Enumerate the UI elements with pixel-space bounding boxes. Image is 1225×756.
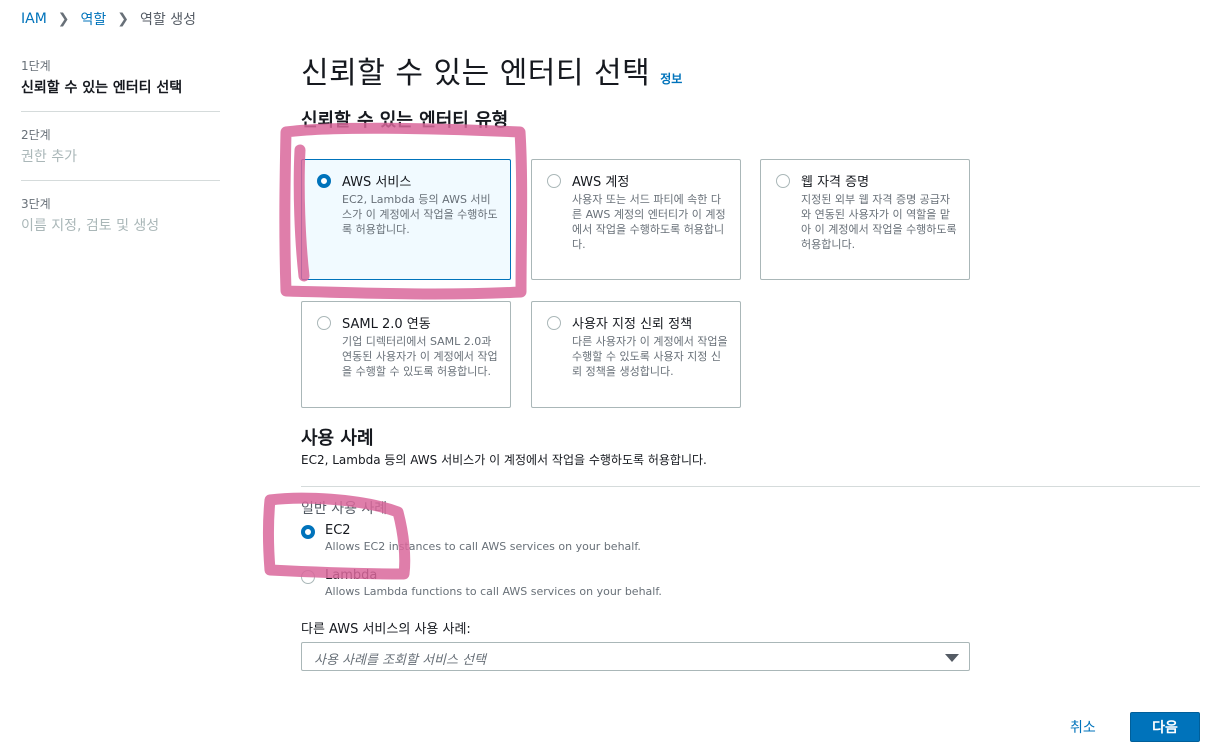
- tile-aws-service[interactable]: AWS 서비스 EC2, Lambda 등의 AWS 서비스가 이 계정에서 작…: [301, 159, 511, 280]
- tile-description: 다른 사용자가 이 계정에서 작업을 수행할 수 있도록 사용자 지정 신뢰 정…: [572, 335, 728, 378]
- step-title: 이름 지정, 검토 및 생성: [21, 218, 160, 234]
- tile-title: AWS 서비스: [342, 175, 412, 190]
- tile-title: 웹 자격 증명: [801, 175, 870, 190]
- use-case-heading: 사용 사례: [301, 428, 374, 449]
- radio-icon: [301, 570, 315, 584]
- tile-title: SAML 2.0 연동: [342, 317, 431, 332]
- breadcrumb-roles-link[interactable]: 역할: [81, 9, 107, 29]
- chevron-right-icon: ❯: [57, 11, 70, 27]
- divider: [301, 486, 1200, 487]
- service-select[interactable]: 사용 사례를 조회할 서비스 선택: [301, 642, 970, 671]
- step-number: 3단계: [21, 197, 51, 211]
- tile-title: AWS 계정: [572, 175, 630, 190]
- tile-web-identity[interactable]: 웹 자격 증명 지정된 외부 웹 자격 증명 공급자와 연동된 사용자가 이 역…: [760, 159, 970, 280]
- other-services-label: 다른 AWS 서비스의 사용 사례:: [301, 622, 471, 637]
- use-case-description: EC2, Lambda 등의 AWS 서비스가 이 계정에서 작업을 수행하도록…: [301, 453, 707, 467]
- radio-icon: [301, 525, 315, 539]
- entity-type-heading: 신뢰할 수 있는 엔터티 유형: [301, 110, 509, 131]
- radio-icon: [776, 174, 790, 188]
- caret-down-icon: [945, 654, 959, 662]
- step-title: 신뢰할 수 있는 엔터티 선택: [21, 80, 183, 96]
- next-button[interactable]: 다음: [1130, 712, 1200, 742]
- page-title: 신뢰할 수 있는 엔터티 선택: [301, 56, 651, 91]
- breadcrumb-current: 역할 생성: [140, 12, 197, 28]
- tile-saml[interactable]: SAML 2.0 연동 기업 디렉터리에서 SAML 2.0과 연동된 사용자가…: [301, 301, 511, 408]
- cancel-button[interactable]: 취소: [1062, 715, 1104, 739]
- common-use-cases-label: 일반 사용 사례: [301, 501, 388, 517]
- radio-icon: [317, 174, 331, 188]
- use-case-label: Lambda: [325, 568, 378, 583]
- page-header: 신뢰할 수 있는 엔터티 선택 정보: [301, 48, 1200, 92]
- select-placeholder: 사용 사례를 조회할 서비스 선택: [314, 653, 487, 668]
- wizard-steps: 1단계 신뢰할 수 있는 엔터티 선택 2단계 권한 추가 3단계 이름 지정,…: [21, 57, 220, 263]
- tile-description: EC2, Lambda 등의 AWS 서비스가 이 계정에서 작업을 수행하도록…: [342, 193, 498, 236]
- use-case-desc: Allows EC2 instances to call AWS service…: [325, 540, 641, 553]
- radio-icon: [547, 316, 561, 330]
- use-case-desc: Allows Lambda functions to call AWS serv…: [325, 585, 662, 598]
- step-number: 1단계: [21, 59, 51, 73]
- step-number: 2단계: [21, 128, 51, 142]
- tile-description: 사용자 또는 서드 파티에 속한 다른 AWS 계정의 엔터티가 이 계정에서 …: [572, 193, 726, 251]
- tile-aws-account[interactable]: AWS 계정 사용자 또는 서드 파티에 속한 다른 AWS 계정의 엔터티가 …: [531, 159, 741, 280]
- step-2: 2단계 권한 추가: [21, 126, 220, 181]
- step-1: 1단계 신뢰할 수 있는 엔터티 선택: [21, 57, 220, 112]
- tile-description: 기업 디렉터리에서 SAML 2.0과 연동된 사용자가 이 계정에서 작업을 …: [342, 335, 498, 378]
- use-case-lambda[interactable]: Lambda Allows Lambda functions to call A…: [301, 568, 801, 598]
- tile-custom-trust-policy[interactable]: 사용자 지정 신뢰 정책 다른 사용자가 이 계정에서 작업을 수행할 수 있도…: [531, 301, 741, 408]
- step-title: 권한 추가: [21, 149, 77, 165]
- breadcrumb: IAM ❯ 역할 ❯ 역할 생성: [21, 9, 196, 29]
- info-link[interactable]: 정보: [660, 70, 682, 87]
- use-case-ec2[interactable]: EC2 Allows EC2 instances to call AWS ser…: [301, 523, 801, 553]
- chevron-right-icon: ❯: [117, 11, 130, 27]
- use-case-label: EC2: [325, 523, 351, 538]
- radio-icon: [317, 316, 331, 330]
- tile-title: 사용자 지정 신뢰 정책: [572, 317, 693, 332]
- tile-description: 지정된 외부 웹 자격 증명 공급자와 연동된 사용자가 이 역할을 맡아 이 …: [801, 193, 957, 251]
- breadcrumb-iam-link[interactable]: IAM: [21, 11, 47, 27]
- step-3: 3단계 이름 지정, 검토 및 생성: [21, 195, 220, 249]
- radio-icon: [547, 174, 561, 188]
